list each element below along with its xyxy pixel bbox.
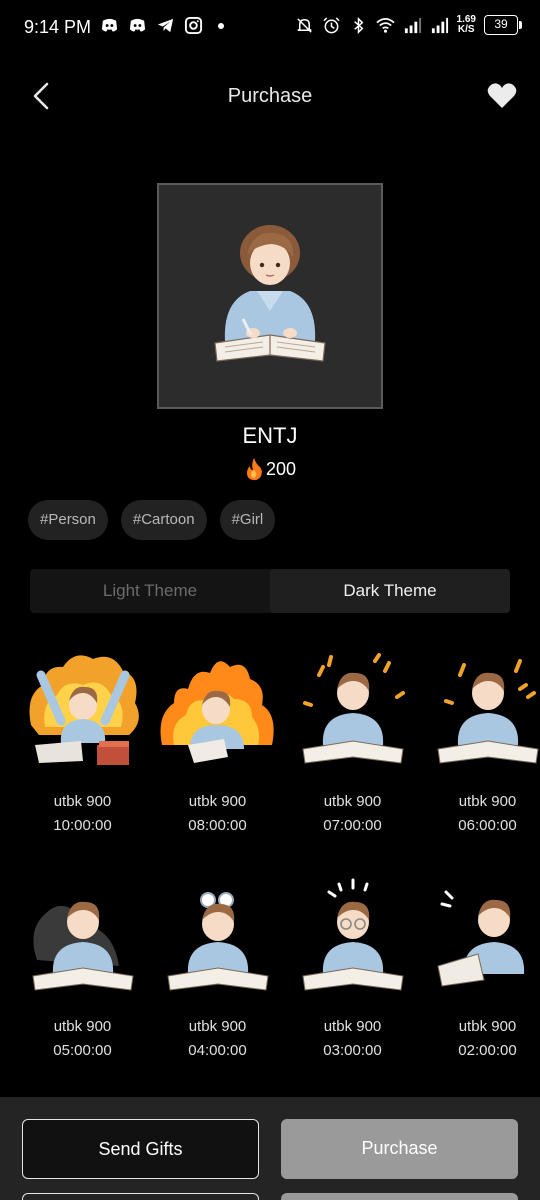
price-value: 200 (265, 458, 297, 479)
bottom-action-bar: Send Gifts Purchase (0, 1097, 540, 1200)
sticker-time: 06:00:00 (458, 817, 517, 834)
network-speed-unit: K/S (457, 24, 475, 35)
product-name: ENTJ (242, 423, 298, 448)
more-notifications-dot-icon (218, 22, 224, 29)
secondary-button-outline[interactable] (22, 1193, 259, 1200)
sticker-label: utbk 900 (53, 1018, 112, 1035)
tag-list: #Person #Cartoon #Girl (28, 500, 276, 540)
sticker-time: 08:00:00 (188, 817, 247, 834)
telegram-icon (157, 18, 174, 33)
sticker-item[interactable]: utbk 900 07:00:00 (285, 645, 420, 835)
sticker-time: 03:00:00 (323, 1042, 382, 1059)
system-icons: 1.69 K/S 39 (295, 15, 522, 35)
sticker-image-dizzy (166, 892, 269, 991)
theme-toggle: Light Theme Dark Theme (30, 569, 510, 613)
girl-reading-illustration (214, 225, 326, 362)
sticker-time: 05:00:00 (53, 1042, 112, 1059)
send-gifts-button[interactable]: Send Gifts (22, 1119, 259, 1179)
secondary-button-filled[interactable] (281, 1193, 518, 1200)
sticker-item[interactable]: utbk 900 05:00:00 (15, 870, 150, 1060)
product-price: 200 (0, 457, 540, 481)
tab-dark-theme[interactable]: Dark Theme (270, 569, 510, 613)
status-time: 9:14 PM (24, 17, 92, 37)
sticker-row: utbk 900 05:00:00 utbk 900 04:00:00 utbk… (15, 870, 540, 1060)
tag-cartoon[interactable]: #Cartoon (120, 500, 207, 540)
mute-bell-icon (296, 17, 312, 33)
sticker-label: utbk 900 (188, 1018, 247, 1035)
sticker-label: utbk 900 (53, 793, 112, 810)
sticker-time: 02:00:00 (458, 1042, 517, 1059)
sticker-item[interactable]: utbk 900 06:00:00 (420, 645, 540, 835)
sticker-label: utbk 900 (458, 793, 517, 810)
sticker-image-gloomy (31, 901, 134, 991)
sticker-item[interactable]: utbk 900 02:00:00 (420, 870, 540, 1060)
network-speed: 1.69 K/S (457, 15, 476, 35)
sticker-image-shocked-glasses (301, 878, 404, 991)
status-bar: 9:14 PM 1.69 K/S 39 (0, 0, 540, 56)
sticker-item[interactable]: utbk 900 04:00:00 (150, 870, 285, 1060)
sticker-image-annoyed-writing (436, 659, 539, 764)
sticker-image-tired-reading (436, 890, 524, 987)
notification-icons (100, 16, 224, 35)
sticker-label: utbk 900 (458, 1018, 517, 1035)
fire-icon (246, 458, 262, 481)
sticker-row: utbk 900 10:00:00 utbk 900 08:00:00 utbk… (15, 645, 540, 835)
battery-icon: 39 (484, 15, 522, 35)
tag-girl[interactable]: #Girl (219, 500, 276, 540)
instagram-icon (184, 16, 203, 35)
alarm-icon (322, 16, 340, 33)
signal-icon (431, 17, 448, 33)
sticker-image-stressed-fire (29, 655, 139, 765)
signal-icon (404, 17, 421, 33)
purchase-button[interactable]: Purchase (281, 1119, 518, 1179)
sticker-time: 04:00:00 (188, 1042, 247, 1059)
sticker-time: 07:00:00 (323, 817, 382, 834)
tab-light-theme[interactable]: Light Theme (30, 569, 270, 613)
bluetooth-icon (353, 16, 363, 34)
tag-person[interactable]: #Person (28, 500, 108, 540)
discord-icon (129, 18, 146, 32)
discord-icon (101, 18, 118, 32)
sticker-label: utbk 900 (188, 793, 247, 810)
heart-icon[interactable] (486, 80, 518, 112)
page-title: Purchase (227, 85, 313, 107)
sticker-item[interactable]: utbk 900 03:00:00 (285, 870, 420, 1060)
sticker-item[interactable]: utbk 900 10:00:00 (15, 645, 150, 835)
product-preview-image (157, 183, 383, 409)
sticker-label: utbk 900 (323, 1018, 382, 1035)
app-header: Purchase (0, 68, 540, 124)
sticker-item[interactable]: utbk 900 08:00:00 (150, 645, 285, 835)
wifi-icon (375, 17, 395, 33)
sticker-image-burning-out (160, 661, 274, 763)
sticker-image-focused-writing (301, 653, 405, 764)
sticker-time: 10:00:00 (53, 817, 112, 834)
sticker-label: utbk 900 (323, 793, 382, 810)
